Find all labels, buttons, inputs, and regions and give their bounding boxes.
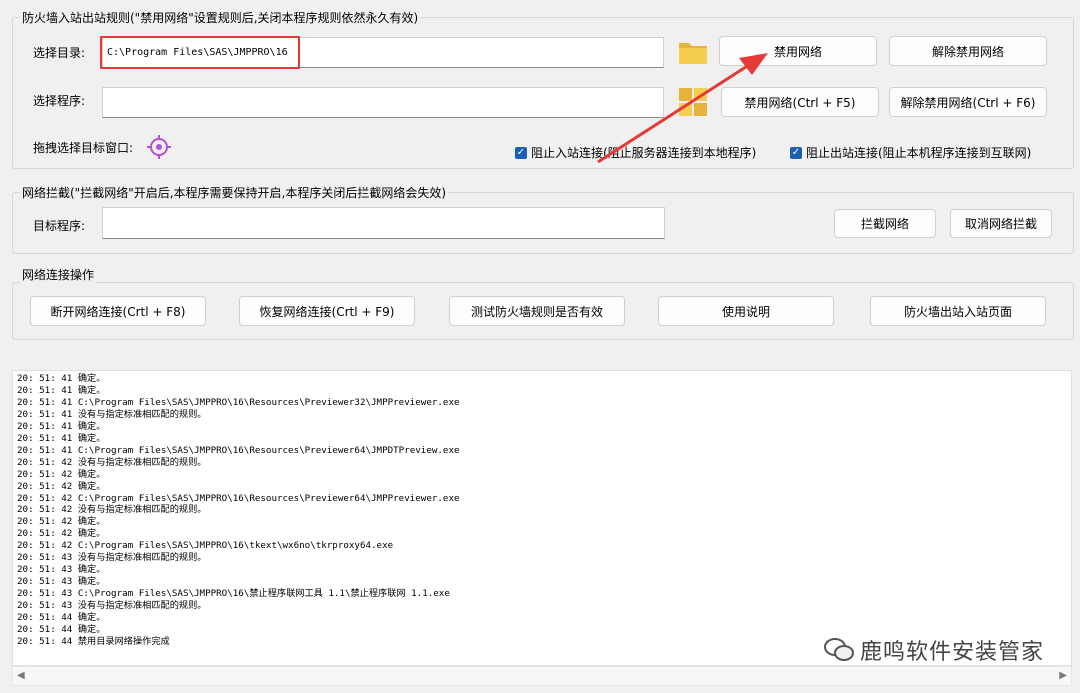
enable-prog-network-button[interactable]: 解除禁用网络(Ctrl + F6) <box>889 87 1047 117</box>
block-outbound-checkbox[interactable]: ✓ 阻止出站连接(阻止本机程序连接到互联网) <box>790 144 1031 161</box>
log-line: 20: 51: 41 C:\Program Files\SAS\JMPPRO\1… <box>17 396 460 408</box>
wechat-icon <box>823 638 854 661</box>
target-icon[interactable] <box>146 134 172 160</box>
block-outbound-label: 阻止出站连接(阻止本机程序连接到互联网) <box>806 146 1032 160</box>
block-inbound-checkbox[interactable]: ✓ 阻止入站连接(阻止服务器连接到本地程序) <box>515 144 756 161</box>
scroll-right-icon[interactable]: ▶ <box>1059 670 1067 681</box>
test-rule-button[interactable]: 测试防火墙规则是否有效 <box>449 296 625 326</box>
log-line: 20: 51: 42 没有与指定标准相匹配的规则。 <box>17 504 207 516</box>
log-line: 20: 51: 43 确定。 <box>17 564 106 576</box>
log-line: 20: 51: 42 确定。 <box>17 528 106 540</box>
log-line: 20: 51: 43 C:\Program Files\SAS\JMPPRO\1… <box>17 588 450 600</box>
drag-label: 拖拽选择目标窗口: <box>33 141 134 155</box>
target-label: 目标程序: <box>33 219 86 233</box>
enable-network-button[interactable]: 解除禁用网络 <box>889 36 1047 66</box>
log-line: 20: 51: 41 确定。 <box>17 420 106 432</box>
log-line: 20: 51: 43 确定。 <box>17 576 106 588</box>
conn-group-title: 网络连接操作 <box>20 266 97 283</box>
disable-network-button[interactable]: 禁用网络 <box>719 36 877 66</box>
brand-text: 鹿鸣软件安装管家 <box>859 640 1044 665</box>
horizontal-scrollbar[interactable]: ◀ ▶ <box>12 666 1072 686</box>
log-line: 20: 51: 42 确定。 <box>17 468 106 480</box>
log-line: 20: 51: 42 C:\Program Files\SAS\JMPPRO\1… <box>17 492 460 504</box>
brand-watermark: 鹿鸣软件安装管家 <box>823 634 1044 666</box>
help-button[interactable]: 使用说明 <box>658 296 834 326</box>
log-line: 20: 51: 41 确定。 <box>17 432 106 444</box>
log-line: 20: 51: 42 确定。 <box>17 516 106 528</box>
disable-prog-network-button[interactable]: 禁用网络(Ctrl + F5) <box>721 87 879 117</box>
firewall-page-button[interactable]: 防火墙出站入站页面 <box>870 296 1046 326</box>
log-line: 20: 51: 42 C:\Program Files\SAS\JMPPRO\1… <box>17 540 394 552</box>
checkmark-icon: ✓ <box>515 146 527 159</box>
log-line: 20: 51: 41 确定。 <box>17 384 106 396</box>
intercept-group-title: 网络拦截("拦截网络"开启后,本程序需要保持开启,本程序关闭后拦截网络会失效) <box>20 184 449 201</box>
cancel-intercept-button[interactable]: 取消网络拦截 <box>950 209 1052 238</box>
checkmark-icon: ✓ <box>790 146 802 159</box>
block-inbound-label: 阻止入站连接(阻止服务器连接到本地程序) <box>531 146 757 160</box>
log-line: 20: 51: 43 没有与指定标准相匹配的规则。 <box>17 600 207 612</box>
prog-input[interactable] <box>102 87 664 118</box>
log-line: 20: 51: 42 确定。 <box>17 480 106 492</box>
scroll-left-icon[interactable]: ◀ <box>17 670 25 681</box>
log-line: 20: 51: 42 没有与指定标准相匹配的规则。 <box>17 456 207 468</box>
firewall-group-title: 防火墙入站出站规则("禁用网络"设置规则后,关闭本程序规则依然永久有效) <box>20 9 421 26</box>
dir-label: 选择目录: <box>33 46 86 60</box>
dir-highlight-box <box>100 36 300 69</box>
log-line: 20: 51: 41 C:\Program Files\SAS\JMPPRO\1… <box>17 444 460 456</box>
file-grid-icon[interactable] <box>678 87 708 117</box>
prog-label: 选择程序: <box>33 94 86 108</box>
intercept-button[interactable]: 拦截网络 <box>834 209 936 238</box>
disconnect-button[interactable]: 断开网络连接(Crtl + F8) <box>30 296 206 326</box>
log-output[interactable]: 20: 51: 41 确定。 20: 51: 41 确定。 20: 51: 41 C… <box>12 370 1072 666</box>
log-line: 20: 51: 44 确定。 <box>17 612 106 624</box>
log-line: 20: 51: 43 没有与指定标准相匹配的规则。 <box>17 552 207 564</box>
log-line: 20: 51: 41 确定。 <box>17 373 106 384</box>
log-line: 20: 51: 41 没有与指定标准相匹配的规则。 <box>17 408 207 420</box>
target-input[interactable] <box>102 207 665 239</box>
restore-button[interactable]: 恢复网络连接(Crtl + F9) <box>239 296 415 326</box>
folder-icon[interactable] <box>678 38 708 66</box>
